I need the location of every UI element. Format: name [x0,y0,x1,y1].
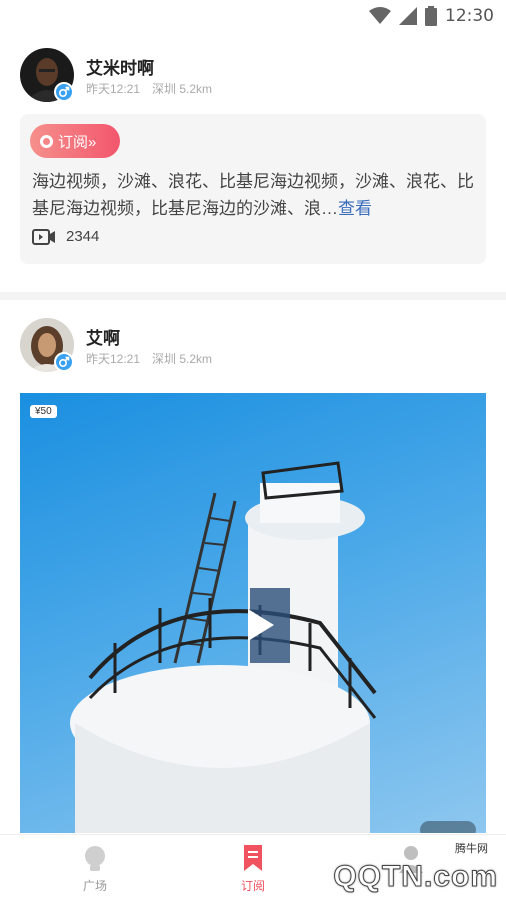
view-stats: 2344 [32,228,99,245]
post-time: 昨天12:21 [86,352,141,366]
nav-item-subscribe[interactable]: 订阅 [223,845,283,894]
watermark-text: QQTN.com [333,860,498,894]
ring-icon [40,134,53,148]
post-meta: 昨天12:21 深圳 5.2km [86,350,212,367]
status-icons: 12:30 [369,6,494,26]
watermark: 腾牛网 QQTN.com [333,843,498,894]
post-meta: 昨天12:21 深圳 5.2km [86,80,212,97]
status-time: 12:30 [445,6,494,26]
status-bar: 12:30 [0,0,506,34]
price-tag: ¥50 [30,405,57,418]
watermark-cn: 腾牛网 [455,843,488,855]
post-text: 海边视频，沙滩、浪花、比基尼海边视频，沙滩、浪花、比基尼海边视频，比基尼海边的沙… [32,168,477,222]
subscribe-button[interactable]: 订阅» [30,124,120,158]
post-time: 昨天12:21 [86,82,141,96]
divider [0,292,506,300]
male-badge-icon [54,352,74,372]
read-more-link[interactable]: 查看 [338,199,372,218]
view-count: 2344 [66,228,100,245]
user-name[interactable]: 艾啊 [86,324,120,349]
post-location: 深圳 5.2km [152,352,213,366]
content-card[interactable]: 订阅» 海边视频，沙滩、浪花、比基尼海边视频，沙滩、浪花、比基尼海边视频，比基尼… [20,114,486,264]
post-card[interactable]: 艾啊 昨天12:21 深圳 5.2km [20,318,486,388]
play-icon[interactable] [236,603,280,647]
bulb-icon [85,846,105,871]
subscribe-label: 订阅» [58,133,97,151]
post-header: 艾米时啊 昨天12:21 深圳 5.2km [20,48,486,108]
video-icon [32,228,55,245]
signal-icon [399,7,417,25]
nav-item-square[interactable]: 广场 [65,845,125,894]
post-text-body: 海边视频，沙滩、浪花、比基尼海边视频，沙滩、浪花、比基尼海边视频，比基尼海边的沙… [32,172,474,218]
nav-label: 订阅 [240,879,265,893]
bottom-nav: 广场 订阅 腾牛网 QQTN.com [0,834,506,900]
male-badge-icon [54,82,74,102]
wifi-icon [369,7,391,24]
post-header: 艾啊 昨天12:21 深圳 5.2km [20,318,486,378]
nav-label: 广场 [82,879,107,893]
battery-icon [425,6,437,26]
video-thumbnail[interactable]: ¥50 [20,393,486,833]
bookmark-icon [244,845,262,871]
user-name[interactable]: 艾米时啊 [86,54,154,79]
post-location: 深圳 5.2km [152,82,213,96]
post-card[interactable]: 艾米时啊 昨天12:21 深圳 5.2km 订阅» 海边视频，沙滩、浪花、比基尼… [20,48,486,268]
duration-badge [420,821,476,833]
